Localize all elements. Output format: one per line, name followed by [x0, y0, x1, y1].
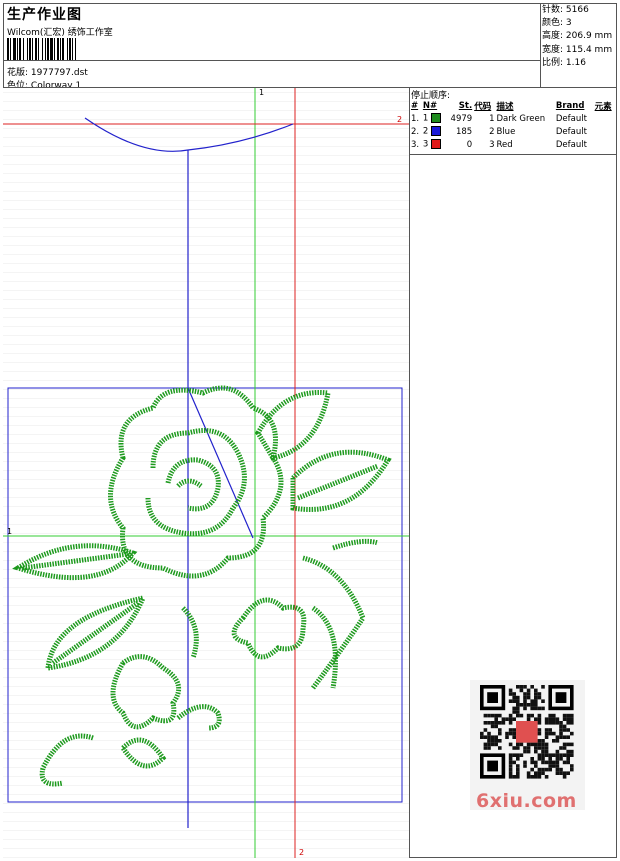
marker-right: 2: [397, 115, 403, 124]
marker-top: 1: [259, 88, 265, 97]
embroidery-motif: [12, 385, 392, 787]
stop-sequence-table: # N# St. 代码 描述 Brand 元素 1. 1 4979 1 Dark…: [410, 100, 616, 151]
col-brand: Brand: [555, 101, 585, 111]
design-label: 花版:: [7, 68, 29, 78]
table-row: 3. 3 0 3 Red Default: [411, 139, 587, 150]
color-swatch: [431, 113, 441, 124]
col-code: 代码: [474, 102, 492, 112]
col-description: 描述: [496, 102, 514, 112]
marker-left: 1: [7, 527, 13, 536]
col-needle: N#: [422, 101, 438, 111]
color-swatch: [431, 139, 441, 150]
color-swatch: [431, 126, 441, 137]
barcode: [7, 38, 76, 60]
embroidery-canvas: 1 2 1 2: [3, 88, 410, 858]
stat-colors: 颜色: 3: [542, 18, 572, 29]
marker-bottom: 2: [299, 848, 305, 857]
stats-panel: 针数: 5166 颜色: 3 高度: 206.9 mm 宽度: 115.4 mm…: [542, 4, 612, 70]
table-row: 2. 2 185 2 Blue Default: [411, 126, 587, 137]
design-value: 1977797.dst: [30, 68, 88, 78]
watermark: 6xiu.com: [476, 790, 577, 812]
table-header-row: # N# St. 代码 描述 Brand 元素: [410, 100, 616, 112]
stat-stitches: 针数: 5166: [542, 5, 589, 15]
stat-width: 宽度: 115.4 mm: [542, 44, 613, 55]
stat-ratio: 比例: 1.16: [542, 57, 586, 68]
panel-divider: [410, 154, 617, 155]
stat-height: 高度: 206.9 mm: [542, 31, 613, 42]
blue-curve: [84, 117, 294, 152]
company-name: Wilcom(汇宏) 绣饰工作室: [7, 28, 113, 38]
header: 生产作业图 Wilcom(汇宏) 绣饰工作室 花版: 1977797.dst 色…: [3, 3, 541, 91]
design-info: 花版: 1977797.dst: [7, 65, 88, 78]
col-index: #: [411, 101, 419, 111]
col-stitches: St.: [458, 101, 473, 111]
col-element: 元素: [594, 102, 612, 112]
design-preview: [3, 88, 409, 858]
table-row: 1. 1 4979 1 Dark Green Default: [411, 113, 587, 124]
divider: [3, 60, 540, 61]
page-title: 生产作业图: [7, 7, 82, 23]
